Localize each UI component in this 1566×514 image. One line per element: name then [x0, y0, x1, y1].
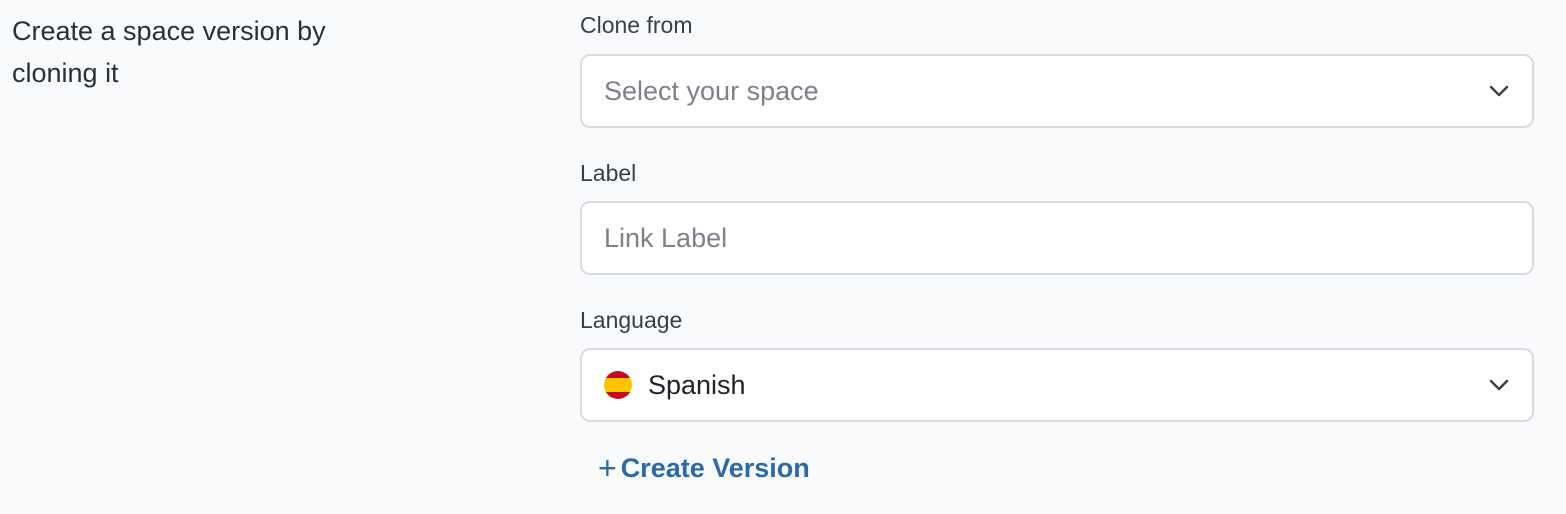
- create-version-button[interactable]: + Create Version: [598, 452, 810, 484]
- clone-from-label: Clone from: [580, 12, 693, 38]
- language-value: Spanish: [648, 369, 746, 400]
- label-field-label: Label: [580, 160, 637, 186]
- label-input-wrapper: [580, 201, 1534, 275]
- chevron-down-icon: [1488, 374, 1510, 396]
- create-version-label: Create Version: [620, 452, 810, 483]
- language-label: Language: [580, 307, 683, 333]
- spain-flag-icon: [604, 371, 632, 399]
- chevron-down-icon: [1488, 80, 1510, 102]
- section-description: Create a space version by cloning it: [12, 16, 326, 88]
- clone-from-placeholder: Select your space: [604, 75, 819, 106]
- clone-from-select[interactable]: Select your space: [580, 54, 1534, 128]
- plus-icon: +: [598, 450, 617, 486]
- clone-version-panel: Create a space version by cloning it Clo…: [0, 0, 1566, 514]
- language-select[interactable]: Spanish: [580, 348, 1534, 422]
- link-label-input[interactable]: [604, 203, 1510, 273]
